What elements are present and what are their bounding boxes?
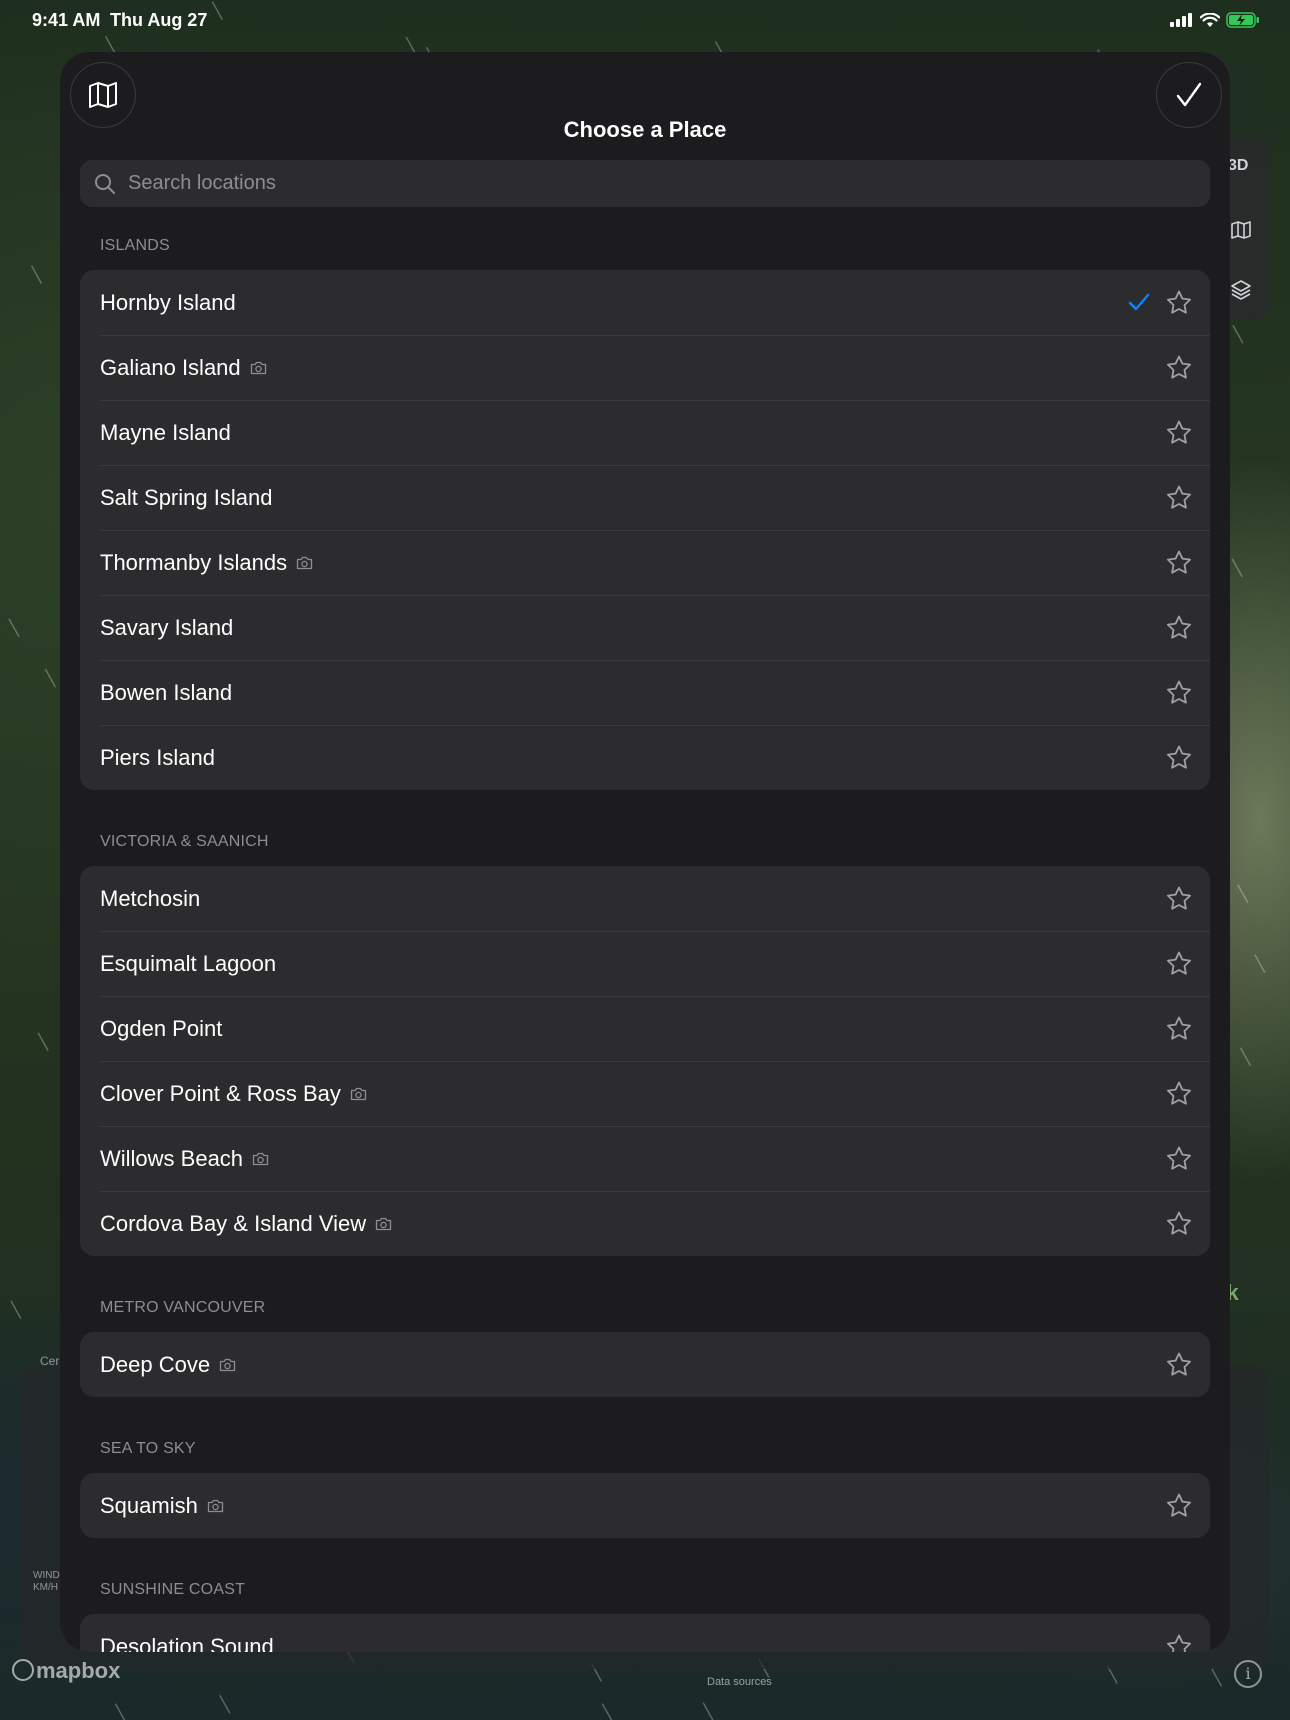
- favorite-star-icon[interactable]: [1165, 1145, 1193, 1172]
- location-label: Desolation Sound: [100, 1633, 274, 1653]
- favorite-star-icon[interactable]: [1165, 289, 1193, 316]
- favorite-star-icon[interactable]: [1165, 885, 1193, 912]
- location-label: Squamish: [100, 1492, 198, 1518]
- camera-icon: [252, 1152, 269, 1165]
- location-label: Bowen Island: [100, 679, 233, 705]
- favorite-star-icon[interactable]: [1165, 419, 1193, 446]
- favorite-star-icon[interactable]: [1165, 1210, 1193, 1237]
- location-label: Hornby Island: [100, 289, 236, 315]
- camera-icon: [376, 1217, 392, 1230]
- cellular-signal-icon: [1170, 13, 1192, 27]
- locations-list[interactable]: ISLANDS Hornby Island Galiano Island Mayne …: [80, 207, 1210, 1652]
- data-sources-link[interactable]: Data sources: [707, 1676, 772, 1688]
- section-header: SEA TO SKY: [100, 1440, 196, 1457]
- location-label: Ogden Point: [100, 1015, 223, 1041]
- location-row[interactable]: Galiano Island: [80, 335, 1210, 400]
- section-header: SUNSHINE COAST: [100, 1581, 246, 1598]
- location-row[interactable]: Esquimalt Lagoon: [80, 931, 1210, 996]
- camera-icon: [296, 556, 313, 569]
- favorite-star-icon[interactable]: [1165, 1080, 1193, 1107]
- map-icon: [89, 82, 117, 108]
- location-row[interactable]: Thormanby Islands: [80, 530, 1210, 595]
- location-row[interactable]: Mayne Island: [80, 400, 1210, 465]
- location-row[interactable]: Willows Beach: [80, 1126, 1210, 1191]
- map-3d-toggle[interactable]: 3D: [1228, 157, 1248, 175]
- section-header: METRO VANCOUVER: [100, 1299, 266, 1316]
- location-label: Clover Point & Ross Bay: [100, 1080, 341, 1106]
- section-group: Squamish: [80, 1473, 1210, 1538]
- map-label-fragment: Cer: [40, 1354, 60, 1368]
- status-time: 9:41 AM: [32, 10, 101, 30]
- mapbox-logo-text: mapbox: [36, 1658, 121, 1683]
- search-input[interactable]: [128, 172, 1210, 195]
- location-row[interactable]: Bowen Island: [80, 660, 1210, 725]
- location-row[interactable]: Salt Spring Island: [80, 465, 1210, 530]
- favorite-star-icon[interactable]: [1165, 1492, 1193, 1519]
- camera-icon: [350, 1087, 367, 1100]
- location-label: Cordova Bay & Island View: [100, 1210, 367, 1236]
- section-group: Metchosin Esquimalt Lagoon Ogden Point Clov…: [80, 866, 1210, 1256]
- camera-icon: [219, 1358, 236, 1371]
- status-date: Thu Aug 27: [110, 10, 208, 30]
- mapbox-logo-icon: [12, 1659, 34, 1681]
- section-group: Desolation SoundDavis Bay: [80, 1614, 1210, 1652]
- location-label: Mayne Island: [100, 419, 231, 445]
- location-label: Galiano Island: [100, 354, 241, 380]
- favorite-star-icon[interactable]: [1165, 614, 1193, 641]
- layers-icon[interactable]: [1229, 278, 1253, 302]
- favorite-star-icon[interactable]: [1165, 679, 1193, 706]
- checkmark-icon: [1176, 82, 1202, 107]
- map-style-icon[interactable]: [1229, 218, 1253, 242]
- location-row[interactable]: Ogden Point: [80, 996, 1210, 1061]
- search-icon: [95, 173, 115, 194]
- favorite-star-icon[interactable]: [1165, 484, 1193, 511]
- favorite-star-icon[interactable]: [1165, 1351, 1193, 1378]
- favorite-star-icon[interactable]: [1165, 354, 1193, 381]
- done-button[interactable]: [1156, 62, 1222, 128]
- section-header: VICTORIA & SAANICH: [100, 833, 269, 850]
- location-label: Willows Beach: [100, 1145, 244, 1171]
- favorite-star-icon[interactable]: [1165, 1015, 1193, 1042]
- location-label: Metchosin: [100, 885, 201, 911]
- status-indicators: [1170, 10, 1260, 30]
- camera-icon: [207, 1499, 223, 1512]
- location-row[interactable]: Deep Cove: [80, 1332, 1210, 1397]
- location-row[interactable]: Desolation Sound: [80, 1614, 1210, 1652]
- battery-charging-icon: [1226, 12, 1259, 28]
- favorite-star-icon[interactable]: [1165, 744, 1193, 771]
- wifi-icon: [1200, 12, 1220, 27]
- location-row[interactable]: Metchosin: [80, 866, 1210, 931]
- camera-icon: [250, 361, 266, 374]
- favorite-star-icon[interactable]: [1165, 1633, 1193, 1652]
- mapbox-logo[interactable]: mapbox: [12, 1658, 120, 1684]
- sheet-title: Choose a Place: [563, 117, 727, 142]
- location-label: Deep Cove: [100, 1351, 211, 1377]
- info-button[interactable]: i: [1234, 1660, 1262, 1688]
- location-row[interactable]: Clover Point & Ross Bay: [80, 1061, 1210, 1126]
- location-row[interactable]: Savary Island: [80, 595, 1210, 660]
- location-row[interactable]: Cordova Bay & Island View: [80, 1191, 1210, 1256]
- wind-label-fragment: WIND: [33, 1570, 60, 1581]
- location-label: Savary Island: [100, 614, 234, 640]
- section-group: Hornby Island Galiano Island Mayne Island S…: [80, 270, 1210, 790]
- location-label: Salt Spring Island: [100, 484, 273, 510]
- selected-checkmark-icon: [1128, 293, 1150, 311]
- section-group: Deep Cove: [80, 1332, 1210, 1397]
- location-row[interactable]: Piers Island: [80, 725, 1210, 790]
- location-row[interactable]: Hornby Island: [80, 270, 1210, 335]
- location-row[interactable]: Squamish: [80, 1473, 1210, 1538]
- location-label: Esquimalt Lagoon: [100, 950, 277, 976]
- section-header: ISLANDS: [100, 237, 170, 254]
- favorite-star-icon[interactable]: [1165, 950, 1193, 977]
- location-label: Thormanby Islands: [100, 549, 288, 575]
- wind-unit-fragment: KM/H: [33, 1582, 58, 1593]
- status-bar: 9:41 AM Thu Aug 27: [0, 0, 1290, 40]
- choose-place-sheet: Choose a Place ISLANDS Hornby Island Galia…: [60, 52, 1230, 1652]
- search-bar[interactable]: [80, 160, 1210, 207]
- location-label: Piers Island: [100, 744, 215, 770]
- favorite-star-icon[interactable]: [1165, 549, 1193, 576]
